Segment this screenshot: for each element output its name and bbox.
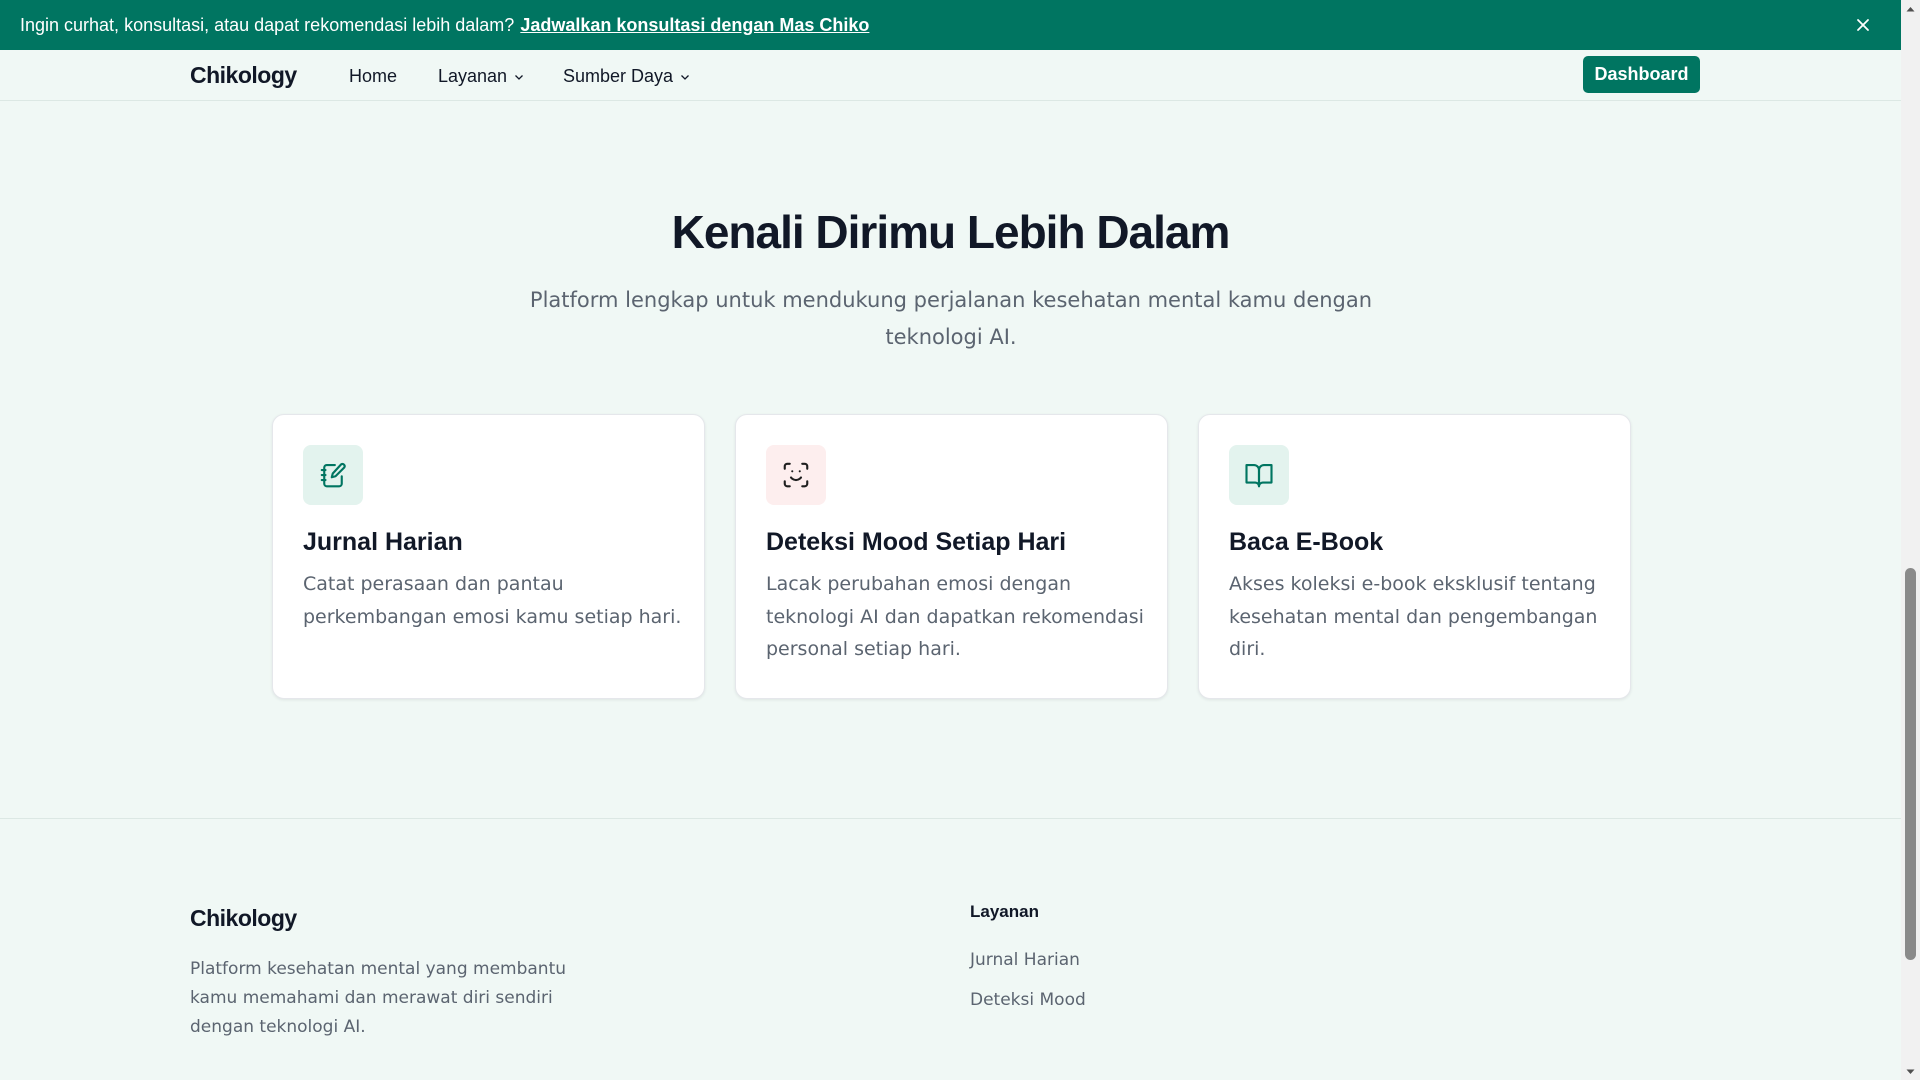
footer-services-heading: Layanan bbox=[970, 902, 1039, 921]
feature-description: Akses koleksi e-book eksklusif tentang k… bbox=[1229, 573, 1598, 660]
nav-sumber-daya[interactable]: Sumber Daya bbox=[563, 66, 691, 87]
feature-title: Jurnal Harian bbox=[303, 528, 463, 556]
feature-title: Deteksi Mood Setiap Hari bbox=[766, 528, 1067, 556]
feature-card-jurnal[interactable]: Jurnal Harian Catat perasaan dan pantau … bbox=[272, 414, 705, 699]
page-title: Kenali Dirimu Lebih Dalam bbox=[671, 206, 1231, 258]
chevron-down-icon bbox=[681, 74, 690, 80]
page-subtitle: Platform lengkap untuk mendukung perjala… bbox=[529, 288, 1373, 349]
close-icon[interactable] bbox=[1851, 13, 1875, 37]
announcement-banner: Ingin curhat, konsultasi, atau dapat rek… bbox=[0, 0, 1901, 50]
footer-link-jurnal[interactable]: Jurnal Harian bbox=[970, 950, 1080, 970]
nav-home-label: Home bbox=[349, 66, 398, 86]
dashboard-button[interactable]: Dashboard bbox=[1583, 56, 1700, 93]
face-scan-icon bbox=[766, 445, 826, 505]
journal-edit-icon bbox=[303, 445, 363, 505]
footer-brand: Chikology bbox=[190, 905, 297, 931]
chevron-down-icon bbox=[515, 74, 524, 80]
schedule-consultation-link[interactable]: Jadwalkan konsultasi dengan Mas Chiko bbox=[520, 15, 869, 36]
nav-home[interactable]: Home bbox=[349, 66, 397, 87]
nav-layanan[interactable]: Layanan bbox=[438, 66, 525, 87]
navbar: Chikology Home Layanan Sumber Daya Dashb… bbox=[0, 50, 1901, 101]
feature-card-mood[interactable]: Deteksi Mood Setiap Hari Lacak perubahan… bbox=[735, 414, 1168, 699]
scroll-down-icon[interactable] bbox=[1901, 1063, 1920, 1080]
vertical-scrollbar[interactable] bbox=[1901, 0, 1920, 1080]
open-book-icon bbox=[1229, 445, 1289, 505]
scroll-up-icon[interactable] bbox=[1901, 0, 1920, 17]
footer-divider bbox=[0, 818, 1901, 819]
feature-description: Lacak perubahan emosi dengan teknologi A… bbox=[766, 573, 1144, 660]
footer-description: Platform kesehatan mental yang membantu … bbox=[190, 959, 567, 1037]
feature-card-ebook[interactable]: Baca E-Book Akses koleksi e-book eksklus… bbox=[1198, 414, 1631, 699]
brand-logo[interactable]: Chikology bbox=[190, 62, 297, 89]
scrollbar-thumb[interactable] bbox=[1905, 568, 1916, 960]
feature-description: Catat perasaan dan pantau perkembangan e… bbox=[303, 573, 682, 628]
banner-text: Ingin curhat, konsultasi, atau dapat rek… bbox=[20, 14, 515, 35]
feature-title: Baca E-Book bbox=[1229, 528, 1384, 556]
footer-link-mood[interactable]: Deteksi Mood bbox=[970, 990, 1086, 1010]
nav-layanan-label: Layanan bbox=[438, 66, 508, 86]
nav-sumber-daya-label: Sumber Daya bbox=[563, 66, 674, 86]
